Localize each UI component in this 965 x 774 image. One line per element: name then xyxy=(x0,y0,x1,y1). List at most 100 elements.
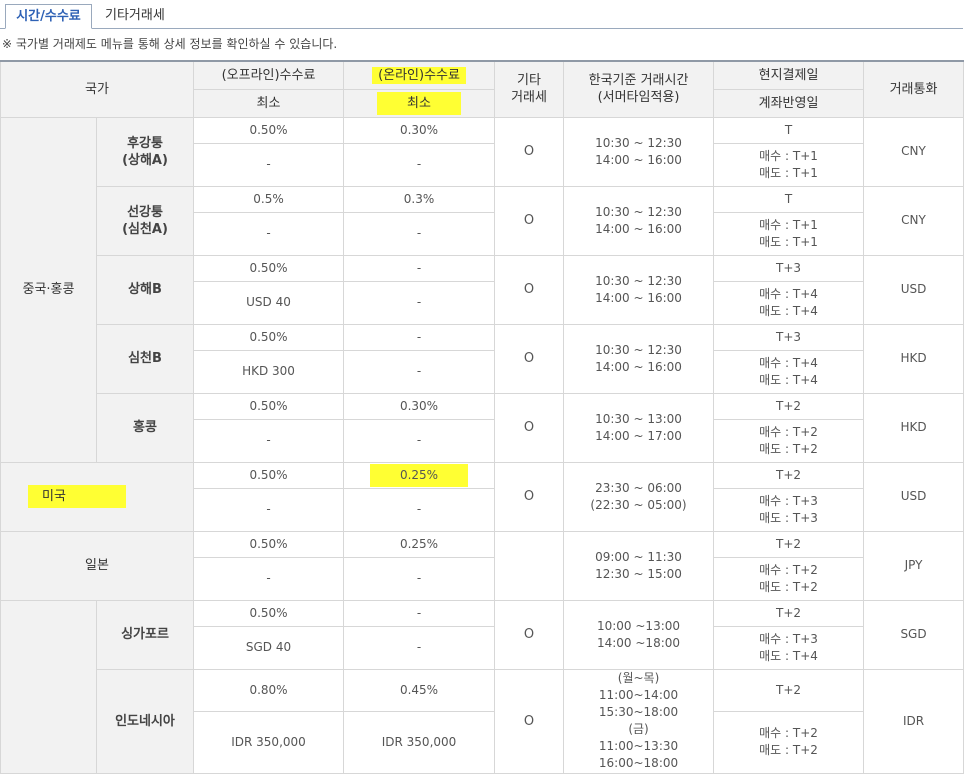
market-name: 후강퉁 (상해A) xyxy=(95,116,195,187)
other-tax-flag: O xyxy=(494,323,565,394)
header-other-tax: 기타 거래세 xyxy=(494,60,565,118)
offline-fee-min: HKD 300 xyxy=(193,349,345,394)
local-settlement: T xyxy=(713,185,865,213)
table-row: 상해B 0.50% - O 10:30 ~ 12:30 14:00 ~ 16:00 T+3… xyxy=(1,254,965,325)
market-name-us: 미국 xyxy=(0,461,195,532)
header-currency: 거래통화 xyxy=(863,60,965,118)
account-reflection: 매수 : T+4 매도 : T+4 xyxy=(713,280,865,325)
market-name: 홍콩 xyxy=(95,392,195,463)
local-settlement: T+2 xyxy=(713,599,865,627)
table-body: 중국·홍콩 후강퉁 (상해A) 0.50% 0.30% O 10:30 ~ 12:30 1… xyxy=(0,116,965,774)
market-name-japan: 일본 xyxy=(0,530,195,601)
offline-fee-rate: 0.80% xyxy=(193,668,345,712)
offline-fee-rate: 0.50% xyxy=(193,461,345,489)
other-tax-flag: O xyxy=(494,116,565,187)
account-reflection: 매수 : T+4 매도 : T+4 xyxy=(713,349,865,394)
trade-currency: IDR xyxy=(863,668,965,774)
local-settlement: T+2 xyxy=(713,530,865,558)
tab-bar: 시간/수수료 기타거래세 xyxy=(0,0,963,29)
online-fee-min: - xyxy=(343,556,496,601)
market-name: 선강퉁 (심천A) xyxy=(95,185,195,256)
trading-hours: 10:30 ~ 12:30 14:00 ~ 16:00 xyxy=(563,185,715,256)
table-row: 일본 0.50% 0.25% 09:00 ~ 11:30 12:30 ~ 15:00 T… xyxy=(0,530,965,601)
offline-fee-rate: 0.50% xyxy=(193,530,345,558)
header-local-settlement: 현지결제일 xyxy=(713,60,865,90)
online-fee-rate: 0.45% xyxy=(343,668,496,712)
tab-time-fee[interactable]: 시간/수수료 xyxy=(5,4,92,29)
trading-hours: 10:00 ~13:00 14:00 ~18:00 xyxy=(563,599,715,670)
offline-fee-min: IDR 350,000 xyxy=(193,710,345,774)
trade-currency: JPY xyxy=(863,530,965,601)
tab-other-tax[interactable]: 기타거래세 xyxy=(96,4,174,28)
account-reflection: 매수 : T+2 매도 : T+2 xyxy=(713,710,865,774)
online-fee-rate-us: 0.25% xyxy=(369,463,469,487)
table-row: 싱가포르 0.50% - O 10:00 ~13:00 14:00 ~18:00 T+2 S… xyxy=(0,599,965,774)
trading-hours: 23:30 ~ 06:00 (22:30 ~ 05:00) xyxy=(563,461,715,532)
other-tax-flag: O xyxy=(494,254,565,325)
online-fee-rate: - xyxy=(343,323,496,351)
offline-fee-rate: 0.5% xyxy=(193,185,345,213)
market-name-us-label: 미국 xyxy=(28,485,126,508)
header-online-min: 최소 xyxy=(343,88,496,118)
online-fee-rate: - xyxy=(343,254,496,282)
fee-table: 국가 (오프라인)수수료 (온라인)수수료 기타 거래세 한국기준 거래시간 (… xyxy=(0,60,965,774)
online-fee-rate: 0.30% xyxy=(343,116,496,144)
account-reflection: 매수 : T+3 매도 : T+4 xyxy=(713,625,865,670)
header-offline-fee: (오프라인)수수료 xyxy=(193,60,345,90)
other-tax-flag: O xyxy=(494,392,565,463)
online-fee-min: - xyxy=(343,280,496,325)
online-fee-rate: 0.25% xyxy=(343,530,496,558)
offline-fee-min: - xyxy=(193,487,345,532)
other-tax-flag xyxy=(494,530,565,601)
market-name: 심천B xyxy=(95,323,195,394)
trade-currency: SGD xyxy=(863,599,965,670)
online-fee-rate: 0.25% xyxy=(343,461,496,489)
offline-fee-rate: 0.50% xyxy=(193,254,345,282)
offline-fee-min: - xyxy=(193,556,345,601)
online-fee-rate: 0.3% xyxy=(343,185,496,213)
online-fee-min: - xyxy=(343,349,496,394)
header-account-reflection: 계좌반영일 xyxy=(713,88,865,118)
group-china-hk: 중국·홍콩 xyxy=(0,116,97,463)
group-sea xyxy=(0,599,97,774)
offline-fee-min: - xyxy=(193,211,345,256)
online-fee-min: - xyxy=(343,487,496,532)
online-fee-min: - xyxy=(343,211,496,256)
local-settlement: T+2 xyxy=(713,668,865,712)
other-tax-flag: O xyxy=(494,668,565,774)
trade-currency: CNY xyxy=(863,185,965,256)
online-fee-min: IDR 350,000 xyxy=(343,710,496,774)
other-tax-flag: O xyxy=(494,185,565,256)
table-row: 미국 0.50% 0.25% O 23:30 ~ 06:00 (22:30 ~ 05:0… xyxy=(0,461,965,532)
market-name: 상해B xyxy=(95,254,195,325)
local-settlement: T+2 xyxy=(713,392,865,420)
trade-currency: HKD xyxy=(863,323,965,394)
header-offline-min: 최소 xyxy=(193,88,345,118)
online-fee-min: - xyxy=(343,418,496,463)
trading-hours: 10:30 ~ 12:30 14:00 ~ 16:00 xyxy=(563,254,715,325)
offline-fee-min: SGD 40 xyxy=(193,625,345,670)
offline-fee-min: USD 40 xyxy=(193,280,345,325)
account-reflection: 매수 : T+3 매도 : T+3 xyxy=(713,487,865,532)
header-country: 국가 xyxy=(0,60,195,118)
local-settlement: T+3 xyxy=(713,254,865,282)
table-row: 선강퉁 (심천A) 0.5% 0.3% O 10:30 ~ 12:30 14:00 ~ … xyxy=(1,185,965,256)
header-online-min-label: 최소 xyxy=(377,91,461,115)
notice-text: ※ 국가별 거래제도 메뉴를 통해 상세 정보를 확인하실 수 있습니다. xyxy=(2,37,338,51)
header-trading-hours: 한국기준 거래시간 (서머타임적용) xyxy=(563,60,715,118)
table-row: 홍콩 0.50% 0.30% O 10:30 ~ 13:00 14:00 ~ 17:00… xyxy=(1,392,965,463)
market-name: 싱가포르 xyxy=(95,599,195,670)
table-row: 심천B 0.50% - O 10:30 ~ 12:30 14:00 ~ 16:00 T+3… xyxy=(1,323,965,394)
trading-hours: (월~목) 11:00~14:00 15:30~18:00 (금) 11:00~… xyxy=(563,668,715,774)
trading-hours: 10:30 ~ 12:30 14:00 ~ 16:00 xyxy=(563,116,715,187)
offline-fee-rate: 0.50% xyxy=(193,392,345,420)
offline-fee-min: - xyxy=(193,418,345,463)
header-online-fee-label: (온라인)수수료 xyxy=(372,66,466,84)
market-name: 인도네시아 xyxy=(95,668,195,774)
trade-currency: USD xyxy=(863,254,965,325)
account-reflection: 매수 : T+1 매도 : T+1 xyxy=(713,211,865,256)
trade-currency: USD xyxy=(863,461,965,532)
other-tax-flag: O xyxy=(494,599,565,670)
local-settlement: T+3 xyxy=(713,323,865,351)
trade-currency: CNY xyxy=(863,116,965,187)
